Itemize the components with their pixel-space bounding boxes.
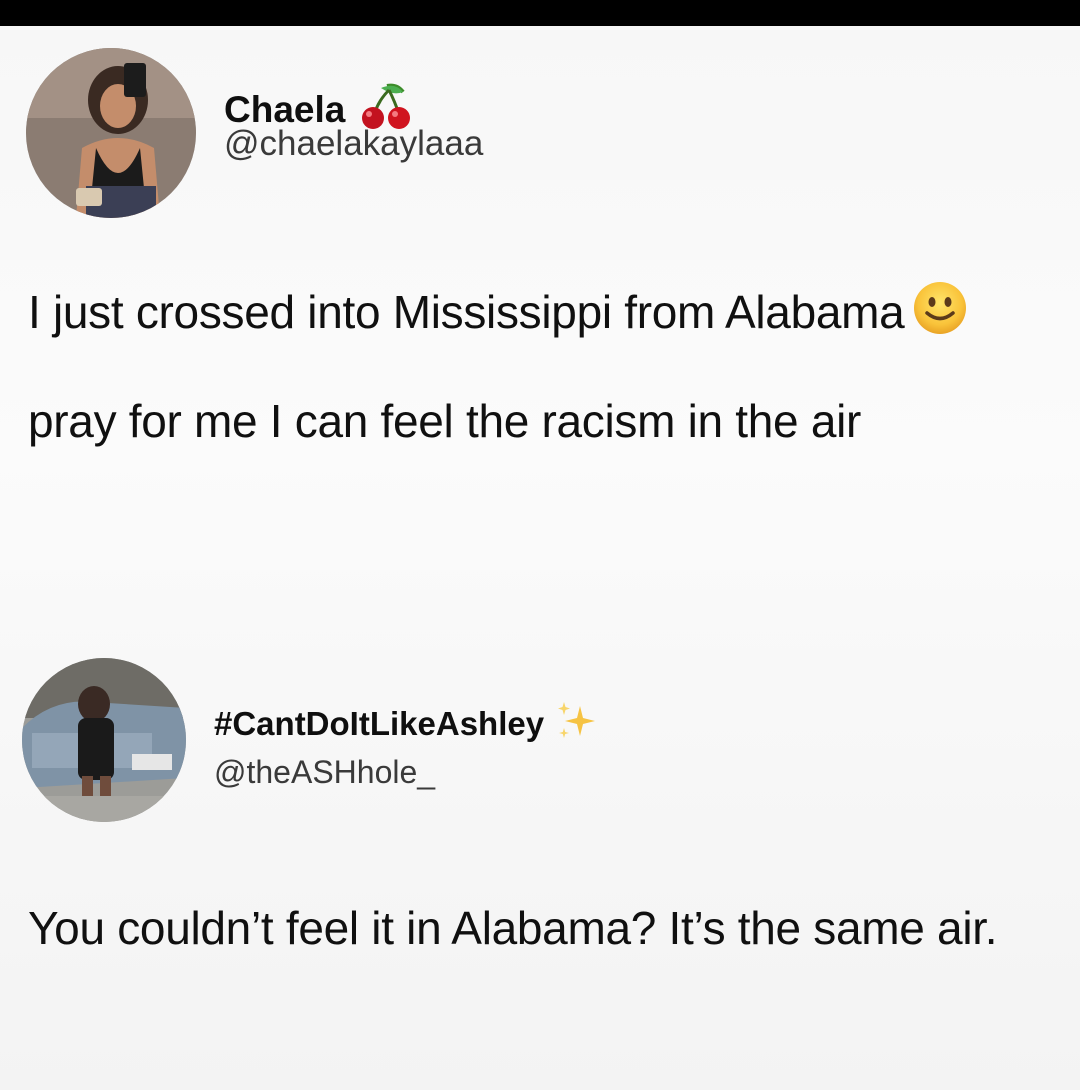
avatar[interactable]	[26, 48, 196, 218]
slightly-smiling-face-icon	[912, 270, 968, 371]
handle[interactable]: @theASHhole_	[214, 754, 435, 791]
profile-photo-icon	[26, 48, 196, 218]
display-name[interactable]: #CantDoItLikeAshley	[214, 705, 544, 743]
handle[interactable]: @chaelakaylaaa	[224, 124, 483, 164]
avatar[interactable]	[22, 658, 186, 822]
tweet-text-part-2: pray for me I can feel the racism in the…	[28, 395, 862, 447]
sparkles-icon	[552, 698, 598, 749]
tweet-text-part-1: I just crossed into Mississippi from Ala…	[28, 286, 905, 338]
tweet-reply: #CantDoItLikeAshley @theASHhole_ You cou…	[0, 626, 1080, 1090]
top-black-bar	[0, 0, 1080, 26]
tweet-text: I just crossed into Mississippi from Ala…	[28, 262, 1068, 472]
profile-photo-icon	[22, 658, 186, 822]
tweet-original: Chaela @chaelakaylaaa I just crossed int…	[0, 26, 1080, 586]
name-row: #CantDoItLikeAshley	[214, 698, 598, 749]
screenshot-canvas: Chaela @chaelakaylaaa I just crossed int…	[0, 26, 1080, 1090]
tweet-text: You couldn’t feel it in Alabama? It’s th…	[28, 902, 998, 954]
